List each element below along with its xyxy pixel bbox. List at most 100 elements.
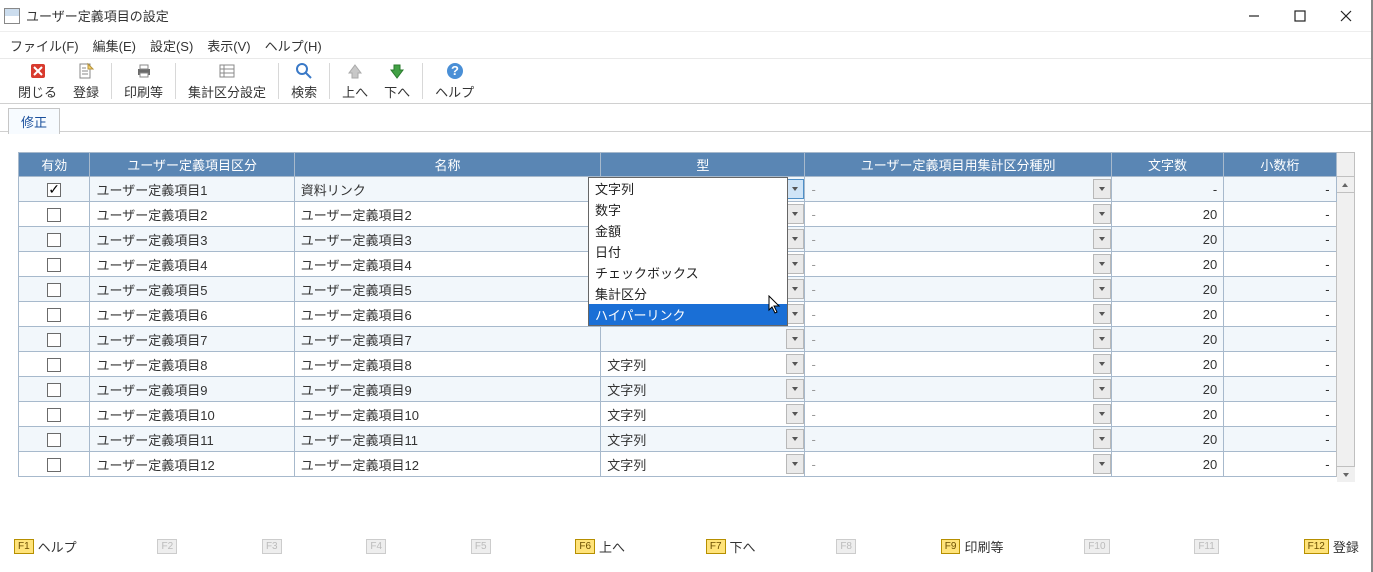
cell-agg[interactable]: - — [805, 227, 1111, 252]
maximize-button[interactable] — [1277, 0, 1323, 32]
cell-dec[interactable]: - — [1224, 452, 1336, 477]
fkey-f6[interactable]: F6上へ — [575, 537, 625, 556]
agg-setting-button[interactable]: 集計区分設定 — [180, 59, 274, 103]
cell-category[interactable]: ユーザー定義項目8 — [90, 352, 294, 377]
cell-len[interactable]: 20 — [1111, 427, 1223, 452]
cell-len[interactable]: 20 — [1111, 302, 1223, 327]
cell-agg[interactable]: - — [805, 352, 1111, 377]
cell-name[interactable]: ユーザー定義項目10 — [294, 402, 600, 427]
dropdown-option[interactable]: 文字列 — [589, 178, 787, 199]
chevron-down-icon[interactable] — [786, 304, 804, 324]
chevron-down-icon[interactable] — [1093, 179, 1111, 199]
header-enable[interactable]: 有効 — [19, 153, 90, 177]
header-category[interactable]: ユーザー定義項目区分 — [90, 153, 294, 177]
cell-name[interactable]: ユーザー定義項目2 — [294, 202, 600, 227]
print-button[interactable]: 印刷等 — [116, 59, 171, 103]
search-button[interactable]: 検索 — [283, 59, 325, 103]
fkey-f7[interactable]: F7下へ — [706, 537, 756, 556]
save-button[interactable]: 登録 — [65, 59, 107, 103]
cell-agg[interactable]: - — [805, 452, 1111, 477]
chevron-down-icon[interactable] — [1093, 204, 1111, 224]
cell-type[interactable]: 文字列 — [601, 352, 805, 377]
checkbox-icon[interactable] — [47, 433, 61, 447]
cell-category[interactable]: ユーザー定義項目11 — [90, 427, 294, 452]
chevron-down-icon[interactable] — [786, 454, 804, 474]
cell-name[interactable]: 資料リンク — [294, 177, 600, 202]
cell-enable[interactable] — [19, 452, 90, 477]
cell-len[interactable]: 20 — [1111, 327, 1223, 352]
cell-name[interactable]: ユーザー定義項目8 — [294, 352, 600, 377]
menu-help[interactable]: ヘルプ(H) — [265, 36, 322, 55]
chevron-down-icon[interactable] — [1093, 254, 1111, 274]
chevron-down-icon[interactable] — [786, 229, 804, 249]
cell-agg[interactable]: - — [805, 202, 1111, 227]
cell-dec[interactable]: - — [1224, 252, 1336, 277]
cell-name[interactable]: ユーザー定義項目6 — [294, 302, 600, 327]
cell-type[interactable]: 文字列 — [601, 402, 805, 427]
cell-name[interactable]: ユーザー定義項目12 — [294, 452, 600, 477]
dropdown-option[interactable]: 日付 — [589, 241, 787, 262]
dropdown-option[interactable]: 集計区分 — [589, 283, 787, 304]
cell-type[interactable]: 文字列 — [601, 377, 805, 402]
cell-dec[interactable]: - — [1224, 327, 1336, 352]
type-dropdown[interactable]: 文字列数字金額日付チェックボックス集計区分ハイパーリンク — [588, 177, 788, 326]
checkbox-icon[interactable] — [47, 408, 61, 422]
cell-dec[interactable]: - — [1224, 277, 1336, 302]
cell-category[interactable]: ユーザー定義項目12 — [90, 452, 294, 477]
cell-len[interactable]: 20 — [1111, 227, 1223, 252]
down-button[interactable]: 下へ — [376, 59, 418, 103]
checkbox-icon[interactable] — [47, 283, 61, 297]
header-len[interactable]: 文字数 — [1111, 153, 1223, 177]
cell-agg[interactable]: - — [805, 302, 1111, 327]
checkbox-icon[interactable] — [47, 258, 61, 272]
menu-view[interactable]: 表示(V) — [207, 36, 250, 55]
minimize-button[interactable] — [1231, 0, 1277, 32]
checkbox-icon[interactable] — [47, 308, 61, 322]
cell-enable[interactable] — [19, 327, 90, 352]
up-button[interactable]: 上へ — [334, 59, 376, 103]
menu-file[interactable]: ファイル(F) — [10, 36, 79, 55]
chevron-down-icon[interactable] — [786, 329, 804, 349]
chevron-down-icon[interactable] — [786, 279, 804, 299]
cell-len[interactable]: 20 — [1111, 452, 1223, 477]
dropdown-option[interactable]: 数字 — [589, 199, 787, 220]
cell-category[interactable]: ユーザー定義項目2 — [90, 202, 294, 227]
cell-name[interactable]: ユーザー定義項目3 — [294, 227, 600, 252]
cell-enable[interactable] — [19, 252, 90, 277]
fkey-f12[interactable]: F12登録 — [1304, 537, 1359, 556]
close-button[interactable]: 閉じる — [10, 59, 65, 103]
checkbox-icon[interactable] — [47, 208, 61, 222]
cell-len[interactable]: 20 — [1111, 202, 1223, 227]
cell-len[interactable]: 20 — [1111, 352, 1223, 377]
cell-dec[interactable]: - — [1224, 427, 1336, 452]
checkbox-icon[interactable] — [47, 233, 61, 247]
cell-dec[interactable]: - — [1224, 402, 1336, 427]
checkbox-icon[interactable] — [47, 333, 61, 347]
dropdown-option[interactable]: ハイパーリンク — [589, 304, 787, 325]
menu-setting[interactable]: 設定(S) — [150, 36, 193, 55]
cell-agg[interactable]: - — [805, 277, 1111, 302]
cell-enable[interactable] — [19, 427, 90, 452]
cell-enable[interactable] — [19, 277, 90, 302]
header-dec[interactable]: 小数桁 — [1224, 153, 1336, 177]
checkbox-icon[interactable] — [47, 458, 61, 472]
cell-dec[interactable]: - — [1224, 177, 1336, 202]
cell-len[interactable]: 20 — [1111, 402, 1223, 427]
cell-enable[interactable] — [19, 302, 90, 327]
cell-enable[interactable] — [19, 227, 90, 252]
chevron-down-icon[interactable] — [786, 404, 804, 424]
cell-category[interactable]: ユーザー定義項目6 — [90, 302, 294, 327]
chevron-down-icon[interactable] — [1093, 329, 1111, 349]
cell-agg[interactable]: - — [805, 402, 1111, 427]
chevron-down-icon[interactable] — [1093, 229, 1111, 249]
header-agg[interactable]: ユーザー定義項目用集計区分種別 — [805, 153, 1111, 177]
chevron-down-icon[interactable] — [1093, 429, 1111, 449]
dropdown-option[interactable]: チェックボックス — [589, 262, 787, 283]
fkey-f1[interactable]: F1ヘルプ — [14, 537, 77, 556]
cell-name[interactable]: ユーザー定義項目4 — [294, 252, 600, 277]
cell-type[interactable]: 文字列 — [601, 452, 805, 477]
help-button[interactable]: ? ヘルプ — [427, 59, 482, 103]
header-type[interactable]: 型 — [601, 153, 805, 177]
cell-enable[interactable] — [19, 352, 90, 377]
cell-dec[interactable]: - — [1224, 352, 1336, 377]
